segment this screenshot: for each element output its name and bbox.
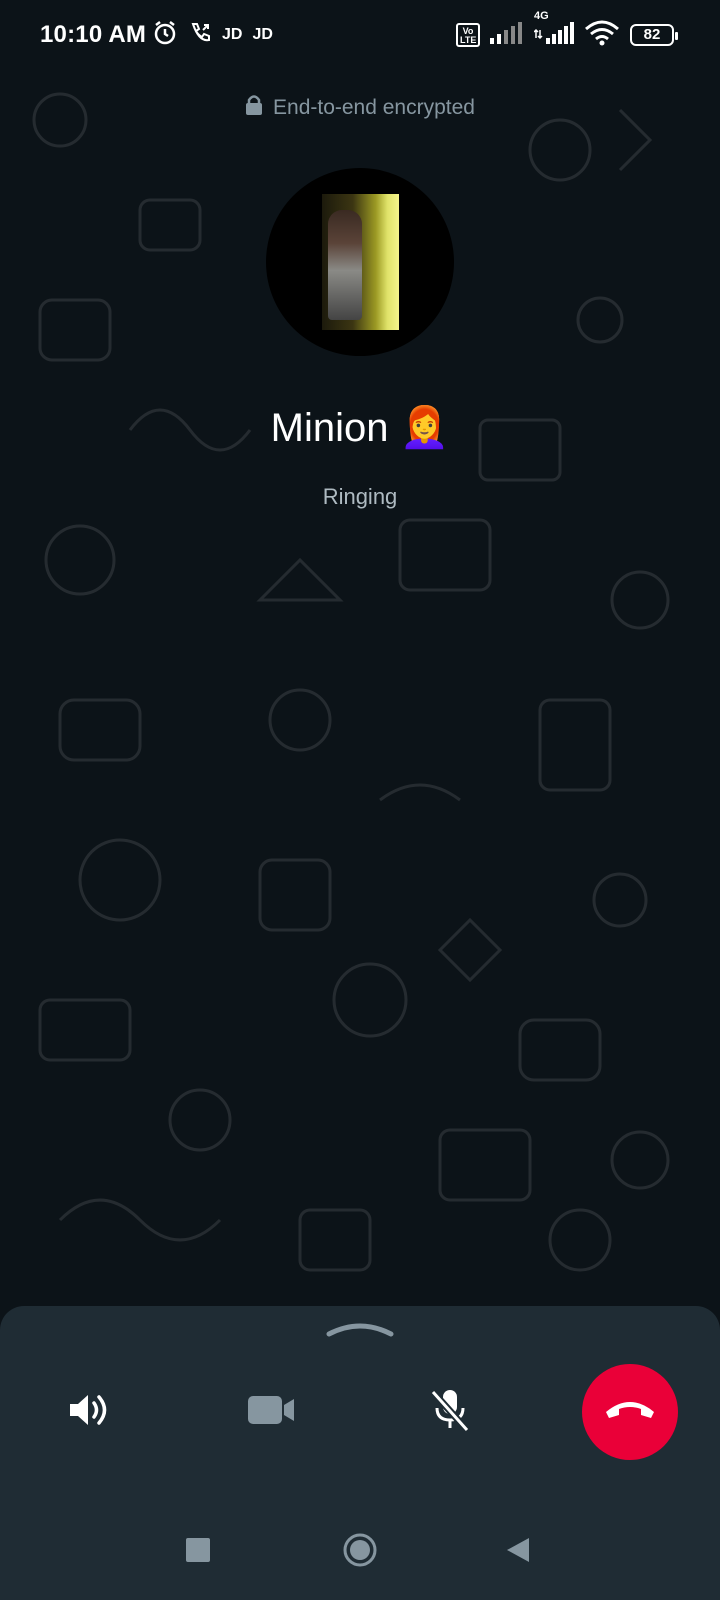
wifi-call-icon — [188, 21, 212, 50]
encryption-notice: End-to-end encrypted — [0, 94, 720, 122]
network-label: 4G — [534, 9, 549, 22]
volte-icon: Vo LTE — [456, 23, 480, 47]
status-bar: 10:10 AM JD JD Vo LTE 4G 82 — [0, 0, 720, 70]
signal-icon — [490, 21, 524, 49]
avatar-person — [328, 210, 362, 320]
lock-icon — [245, 94, 263, 122]
status-left-icons: JD JD — [152, 20, 273, 50]
avatar-photo — [322, 194, 399, 330]
alarm-icon — [152, 20, 178, 51]
recents-button[interactable] — [176, 1530, 220, 1574]
system-navigation-bar — [0, 1506, 720, 1600]
caller-name: Minion 👩‍🦰 — [270, 406, 450, 450]
caller-avatar — [266, 168, 454, 356]
home-button[interactable] — [338, 1530, 382, 1574]
call-status: Ringing — [322, 484, 398, 509]
call-controls — [0, 1362, 720, 1462]
video-icon — [248, 1394, 296, 1431]
status-time: 10:10 AM — [40, 21, 147, 48]
video-button[interactable] — [224, 1364, 320, 1460]
encryption-text: End-to-end encrypted — [273, 96, 475, 119]
expand-handle[interactable] — [325, 1318, 395, 1340]
recents-icon — [186, 1537, 210, 1567]
back-icon — [505, 1536, 531, 1569]
carrier-2: JD — [252, 26, 273, 43]
end-call-icon — [604, 1398, 656, 1427]
home-icon — [342, 1532, 378, 1573]
speaker-button[interactable] — [42, 1364, 138, 1460]
mic-off-icon — [429, 1388, 471, 1437]
back-button[interactable] — [496, 1530, 540, 1574]
status-right-icons: Vo LTE 4G 82 — [456, 10, 678, 51]
carrier-1: JD — [222, 26, 243, 43]
network-4g: 4G — [533, 10, 574, 49]
battery-indicator: 82 — [630, 24, 678, 46]
end-call-button[interactable] — [582, 1364, 678, 1460]
wifi-icon — [584, 20, 620, 51]
mute-button[interactable] — [402, 1364, 498, 1460]
speaker-icon — [68, 1390, 112, 1435]
